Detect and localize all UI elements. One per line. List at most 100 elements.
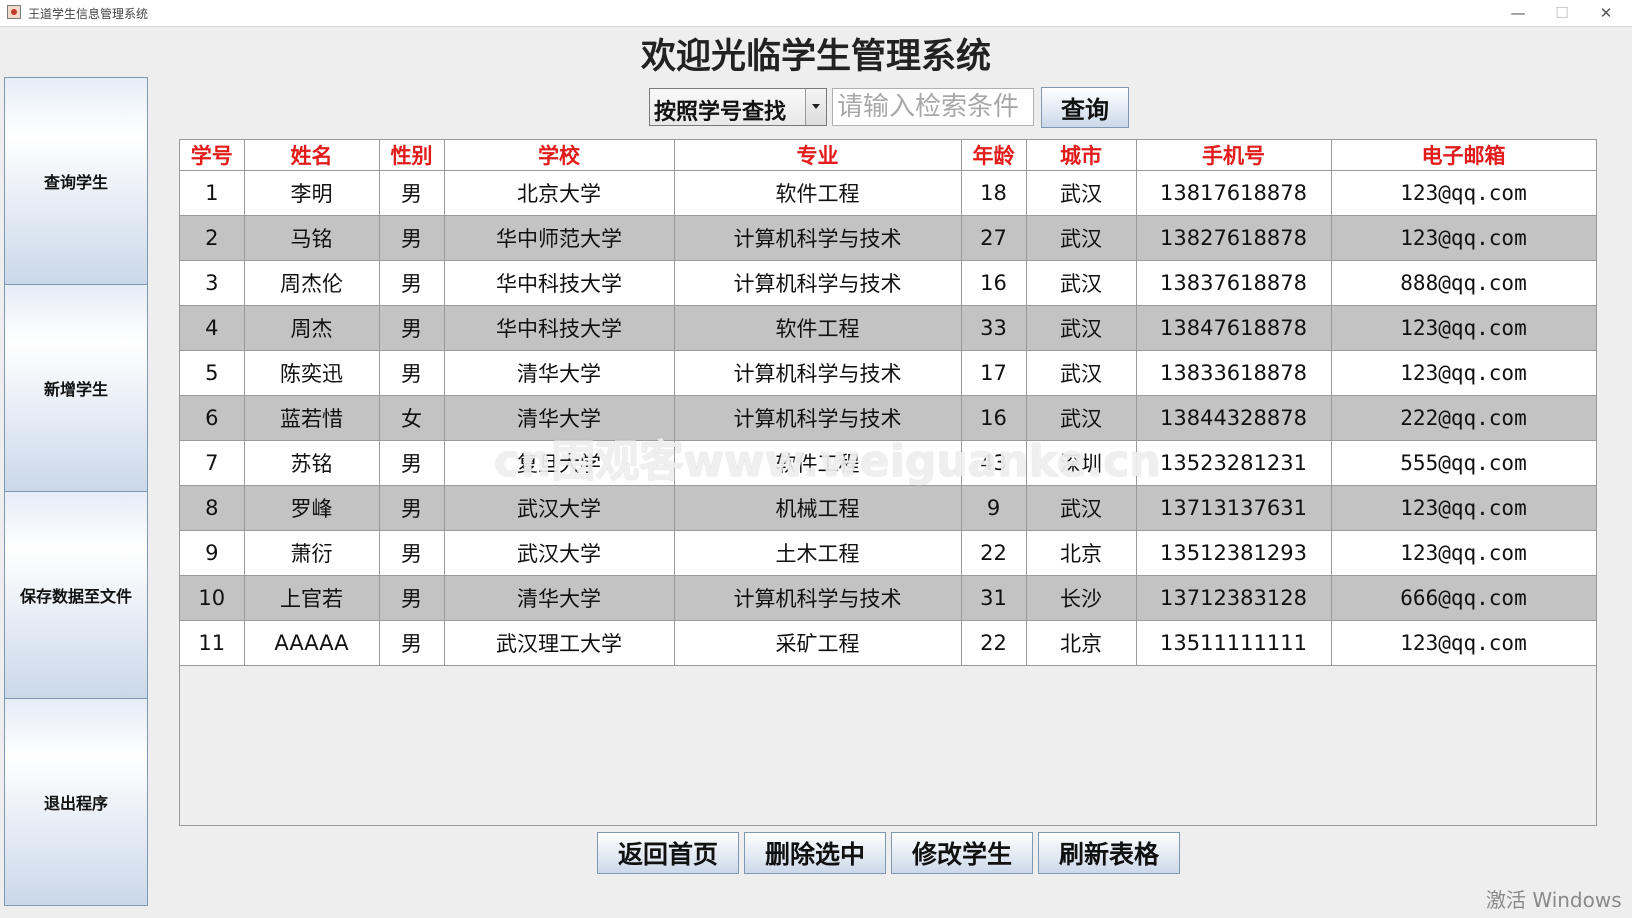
cell-city[interactable]: 北京 — [1026, 620, 1137, 666]
cell-major[interactable]: 软件工程 — [674, 170, 962, 216]
cell-school[interactable]: 华中科技大学 — [444, 260, 675, 306]
table-row[interactable]: 10 上官若男清华大学 计算机科学与技术 31 长沙 13712383128 666@qq.… — [180, 575, 1596, 621]
cell-age[interactable]: 22 — [961, 620, 1027, 666]
cell-age[interactable]: 27 — [961, 215, 1027, 261]
save-to-file-button[interactable]: 保存数据至文件 — [4, 491, 148, 699]
cell-gender[interactable]: 女 — [379, 395, 445, 441]
cell-email[interactable]: 123@qq.com — [1331, 215, 1596, 261]
cell-city[interactable]: 武汉 — [1026, 305, 1137, 351]
cell-email[interactable]: 123@qq.com — [1331, 305, 1596, 351]
column-header-gender[interactable]: 性别 — [379, 140, 445, 171]
cell-id[interactable]: 2 — [180, 215, 245, 261]
cell-city[interactable]: 长沙 — [1026, 575, 1137, 621]
back-home-button[interactable]: 返回首页 — [597, 832, 739, 874]
cell-gender[interactable]: 男 — [379, 485, 445, 531]
cell-gender[interactable]: 男 — [379, 575, 445, 621]
cell-email[interactable]: 555@qq.com — [1331, 440, 1596, 486]
cell-name[interactable]: 周杰 — [244, 305, 380, 351]
cell-major[interactable]: 计算机科学与技术 — [674, 260, 962, 306]
cell-gender[interactable]: 男 — [379, 305, 445, 351]
cell-school[interactable]: 武汉大学 — [444, 530, 675, 576]
cell-name[interactable]: 上官若 — [244, 575, 380, 621]
cell-id[interactable]: 3 — [180, 260, 245, 306]
column-header-school[interactable]: 学校 — [444, 140, 675, 171]
column-header-major[interactable]: 专业 — [674, 140, 962, 171]
cell-phone[interactable]: 13713137631 — [1136, 485, 1332, 531]
table-row[interactable]: 11 AAAAA 男武汉理工大学 采矿工程 22 北京 13511111111 123@qq.… — [180, 620, 1596, 666]
table-row[interactable]: 2 马铭男华中师范大学 计算机科学与技术 27 武汉 13827618878 123@qq.… — [180, 215, 1596, 261]
cell-gender[interactable]: 男 — [379, 620, 445, 666]
cell-phone[interactable]: 13844328878 — [1136, 395, 1332, 441]
edit-student-button[interactable]: 修改学生 — [891, 832, 1033, 874]
cell-email[interactable]: 123@qq.com — [1331, 530, 1596, 576]
cell-phone[interactable]: 13512381293 — [1136, 530, 1332, 576]
cell-school[interactable]: 武汉大学 — [444, 485, 675, 531]
cell-major[interactable]: 机械工程 — [674, 485, 962, 531]
cell-school[interactable]: 华中科技大学 — [444, 305, 675, 351]
cell-city[interactable]: 武汉 — [1026, 485, 1137, 531]
cell-name[interactable]: 蓝若惜 — [244, 395, 380, 441]
cell-phone[interactable]: 13817618878 — [1136, 170, 1332, 216]
add-student-button[interactable]: 新增学生 — [4, 284, 148, 492]
cell-name[interactable]: 陈奕迅 — [244, 350, 380, 396]
cell-phone[interactable]: 13712383128 — [1136, 575, 1332, 621]
cell-major[interactable]: 采矿工程 — [674, 620, 962, 666]
cell-email[interactable]: 666@qq.com — [1331, 575, 1596, 621]
column-header-city[interactable]: 城市 — [1026, 140, 1137, 171]
cell-city[interactable]: 武汉 — [1026, 260, 1137, 306]
cell-email[interactable]: 123@qq.com — [1331, 350, 1596, 396]
cell-id[interactable]: 10 — [180, 575, 245, 621]
table-row[interactable]: 1 李明男北京大学 软件工程 18 武汉 13817618878 123@qq.com — [180, 170, 1596, 216]
cell-email[interactable]: 123@qq.com — [1331, 620, 1596, 666]
exit-program-button[interactable]: 退出程序 — [4, 698, 148, 906]
refresh-table-button[interactable]: 刷新表格 — [1038, 832, 1180, 874]
cell-email[interactable]: 123@qq.com — [1331, 170, 1596, 216]
cell-school[interactable]: 武汉理工大学 — [444, 620, 675, 666]
cell-gender[interactable]: 男 — [379, 215, 445, 261]
column-header-id[interactable]: 学号 — [180, 140, 245, 171]
cell-id[interactable]: 5 — [180, 350, 245, 396]
column-header-name[interactable]: 姓名 — [244, 140, 380, 171]
cell-phone[interactable]: 13827618878 — [1136, 215, 1332, 261]
search-input[interactable] — [832, 88, 1034, 126]
cell-school[interactable]: 清华大学 — [444, 350, 675, 396]
close-icon[interactable]: ✕ — [1584, 0, 1628, 26]
cell-age[interactable]: 17 — [961, 350, 1027, 396]
cell-name[interactable]: 周杰伦 — [244, 260, 380, 306]
chevron-down-icon[interactable] — [805, 89, 826, 125]
cell-id[interactable]: 11 — [180, 620, 245, 666]
cell-id[interactable]: 6 — [180, 395, 245, 441]
column-header-email[interactable]: 电子邮箱 — [1331, 140, 1596, 171]
cell-gender[interactable]: 男 — [379, 170, 445, 216]
cell-school[interactable]: 北京大学 — [444, 170, 675, 216]
cell-age[interactable]: 16 — [961, 260, 1027, 306]
cell-gender[interactable]: 男 — [379, 530, 445, 576]
delete-selected-button[interactable]: 删除选中 — [744, 832, 886, 874]
cell-id[interactable]: 7 — [180, 440, 245, 486]
cell-city[interactable]: 武汉 — [1026, 350, 1137, 396]
cell-email[interactable]: 888@qq.com — [1331, 260, 1596, 306]
cell-phone[interactable]: 13523281231 — [1136, 440, 1332, 486]
table-row[interactable]: 3 周杰伦男华中科技大学 计算机科学与技术 16 武汉 13837618878 888@qq… — [180, 260, 1596, 306]
cell-name[interactable]: 苏铭 — [244, 440, 380, 486]
cell-phone[interactable]: 13833618878 — [1136, 350, 1332, 396]
search-button[interactable]: 查询 — [1041, 87, 1129, 128]
cell-id[interactable]: 1 — [180, 170, 245, 216]
cell-age[interactable]: 9 — [961, 485, 1027, 531]
cell-age[interactable]: 22 — [961, 530, 1027, 576]
cell-name[interactable]: 马铭 — [244, 215, 380, 261]
cell-major[interactable]: 计算机科学与技术 — [674, 215, 962, 261]
column-header-age[interactable]: 年龄 — [961, 140, 1027, 171]
cell-city[interactable]: 武汉 — [1026, 215, 1137, 261]
cell-id[interactable]: 8 — [180, 485, 245, 531]
cell-major[interactable]: 土木工程 — [674, 530, 962, 576]
cell-city[interactable]: 北京 — [1026, 530, 1137, 576]
cell-major[interactable]: 软件工程 — [674, 305, 962, 351]
cell-gender[interactable]: 男 — [379, 260, 445, 306]
cell-school[interactable]: 清华大学 — [444, 575, 675, 621]
search-mode-select[interactable]: 按照学号查找 — [649, 88, 827, 126]
minimize-icon[interactable]: — — [1496, 0, 1540, 26]
cell-major[interactable]: 计算机科学与技术 — [674, 350, 962, 396]
cell-id[interactable]: 9 — [180, 530, 245, 576]
column-header-phone[interactable]: 手机号 — [1136, 140, 1332, 171]
